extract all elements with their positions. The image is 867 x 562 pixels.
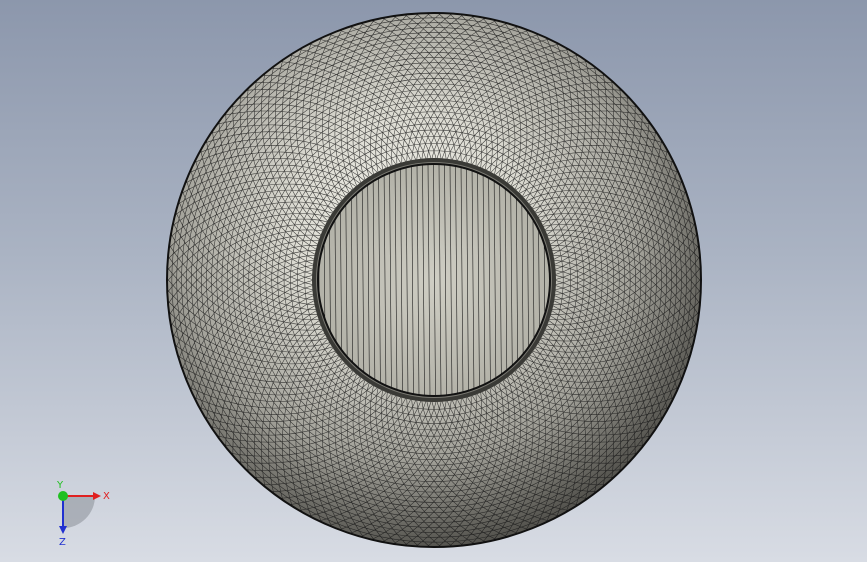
triad-plane-shade [63,496,95,528]
x-axis-arrowhead [93,492,101,500]
y-axis-label: Y [56,480,64,491]
meshed-sphere-model[interactable] [0,0,867,562]
z-axis-label: Z [59,537,66,548]
y-axis-dot [58,491,68,501]
graphics-viewport[interactable]: X Y Z [0,0,867,562]
z-axis-arrowhead [59,526,67,534]
coordinate-triad: X Y Z [40,478,120,550]
x-axis-label: X [103,491,110,502]
